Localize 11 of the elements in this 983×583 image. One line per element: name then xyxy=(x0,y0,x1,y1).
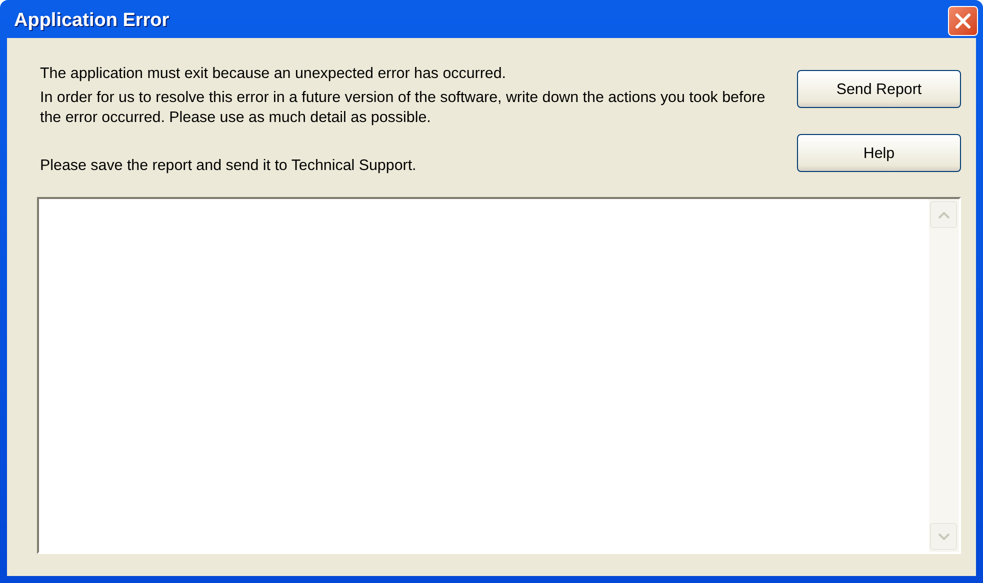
scroll-down-icon[interactable] xyxy=(930,523,957,550)
close-icon xyxy=(954,12,972,30)
scroll-up-icon[interactable] xyxy=(930,201,957,228)
close-button[interactable] xyxy=(948,6,978,36)
message-text: In order for us to resolve this error in a future version of the software, write down the actions you took before the error occurred. Please use as much detail as possible. xyxy=(40,88,766,128)
message-text: The application must exit because an unexpected error has occurred. xyxy=(40,64,508,84)
message-text: Please save the report and send it to Technical Support. xyxy=(40,156,418,176)
window-title: Application Error xyxy=(13,10,170,32)
report-field[interactable] xyxy=(37,197,961,554)
dialog-button[interactable]: Help xyxy=(797,134,961,172)
dialog-button[interactable]: Send Report xyxy=(797,70,961,108)
